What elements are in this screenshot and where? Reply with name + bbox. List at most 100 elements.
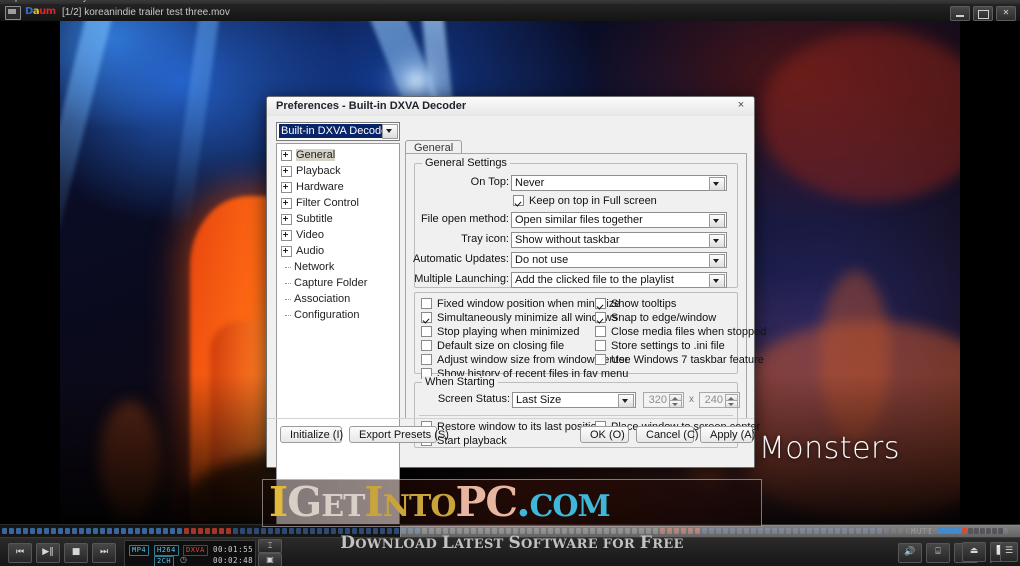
previous-button[interactable]: ⏮ (8, 543, 32, 563)
close-button[interactable]: ✕ (996, 6, 1016, 21)
option-win7-taskbar[interactable]: Use Windows 7 taskbar feature (595, 354, 764, 366)
volume-led[interactable] (998, 528, 1003, 534)
menu-item-7[interactable]: Unknown (700, 0, 738, 2)
chevron-down-icon[interactable] (709, 274, 725, 288)
checkbox-icon[interactable] (421, 340, 432, 351)
tree-item-hardware[interactable]: Hardware (277, 181, 399, 193)
eject-button[interactable]: ⏏ (962, 542, 986, 562)
minimize-button[interactable] (950, 6, 970, 21)
playlist-button[interactable]: ☰ (1000, 542, 1018, 562)
volume-led[interactable] (974, 528, 979, 534)
checkbox-icon[interactable] (421, 312, 432, 323)
chevron-down-icon[interactable] (709, 214, 725, 228)
expand-icon[interactable] (281, 181, 292, 193)
volume-led[interactable] (944, 528, 949, 534)
ok-button[interactable]: OK (O) (580, 426, 629, 443)
initialize-button[interactable]: Initialize (I) (280, 426, 343, 443)
checkbox-icon[interactable] (513, 195, 524, 206)
option-default-size-on-closing[interactable]: Default size on closing file (421, 340, 564, 352)
option-simultaneously-minimize[interactable]: Simultaneously minimize all windows (421, 312, 617, 324)
tree-item-association[interactable]: Association (277, 293, 399, 305)
chevron-down-icon[interactable] (709, 177, 725, 191)
expand-icon[interactable] (281, 245, 292, 257)
volume-led[interactable] (992, 528, 997, 534)
tray-icon-select[interactable]: Show without taskbar (511, 232, 727, 248)
tree-item-audio[interactable]: Audio (277, 245, 399, 257)
option-close-media-files[interactable]: Close media files when stopped (595, 326, 766, 338)
automatic-updates-select[interactable]: Do not use (511, 252, 727, 268)
menu-item-1[interactable]: Play (70, 0, 88, 2)
file-open-method-select[interactable]: Open similar files together (511, 212, 727, 228)
checkbox-icon[interactable] (421, 326, 432, 337)
expand-icon[interactable] (281, 149, 292, 161)
stepper-down-icon[interactable] (725, 400, 738, 408)
checkbox-icon[interactable] (595, 298, 606, 309)
tree-item-capture-folder[interactable]: Capture Folder (277, 277, 399, 289)
chevron-down-icon[interactable] (382, 124, 398, 139)
volume-button[interactable]: 🔊 (898, 543, 922, 563)
on-top-select[interactable]: Never (511, 175, 727, 191)
export-presets-button[interactable]: Export Presets (S) (349, 426, 449, 443)
media-player-window: Open Play Subtitle/Audio AV Tools View C… (0, 0, 1020, 566)
volume-led[interactable] (956, 528, 961, 534)
menu-item-5[interactable]: View (470, 0, 489, 2)
tree-item-playback[interactable]: Playback (277, 165, 399, 177)
play-pause-button[interactable]: ▶‖ (36, 543, 60, 563)
expand-icon[interactable] (281, 197, 292, 209)
checkbox-icon[interactable] (595, 354, 606, 365)
menu-item-4[interactable]: Tools (320, 0, 341, 2)
option-snap-to-edge[interactable]: Snap to edge/window (595, 312, 716, 324)
volume-led[interactable] (962, 528, 967, 534)
menu-item-0[interactable]: Open (8, 0, 30, 2)
chevron-down-icon[interactable] (709, 254, 725, 268)
menu-item-2[interactable]: Subtitle/Audio (140, 0, 196, 2)
start-width-stepper[interactable]: 320 (643, 392, 684, 408)
multiple-launching-select[interactable]: Add the clicked file to the playlist (511, 272, 727, 288)
volume-led[interactable] (980, 528, 985, 534)
volume-led[interactable] (950, 528, 955, 534)
tree-item-filter-control[interactable]: Filter Control (277, 197, 399, 209)
volume-led[interactable] (986, 528, 991, 534)
decoder-select[interactable]: Built-in DXVA Decoder (276, 122, 400, 141)
expand-icon[interactable] (281, 213, 292, 225)
volume-led[interactable] (968, 528, 973, 534)
tree-item-video[interactable]: Video (277, 229, 399, 241)
screen-status-select[interactable]: Last Size (512, 392, 636, 408)
maximize-button[interactable] (973, 6, 993, 21)
option-stop-playing-minimized[interactable]: Stop playing when minimized (421, 326, 579, 338)
menu-item-6[interactable]: Control (560, 0, 589, 2)
checkbox-icon[interactable] (595, 340, 606, 351)
menu-item-3[interactable]: AV (250, 0, 261, 2)
screen-size-button[interactable]: ▣ (258, 553, 282, 566)
apply-button[interactable]: Apply (A) (700, 426, 755, 443)
cancel-button[interactable]: Cancel (C) (636, 426, 699, 443)
seek-led (58, 528, 63, 534)
menu-item-9[interactable]: Etc (860, 0, 873, 2)
expand-icon[interactable] (281, 229, 292, 241)
checkbox-label: Show tooltips (611, 298, 677, 310)
checkbox-icon[interactable] (421, 354, 432, 365)
chevron-down-icon[interactable] (709, 234, 725, 248)
stepper-down-icon[interactable] (669, 400, 682, 408)
tree-item-subtitle[interactable]: Subtitle (277, 213, 399, 225)
tree-item-label: Network (294, 261, 335, 274)
subtitle-button[interactable]: ⌸ (926, 543, 950, 563)
keep-on-top-checkbox[interactable]: Keep on top in Full screen (513, 195, 657, 207)
stop-button[interactable]: ■ (64, 543, 88, 563)
checkbox-icon[interactable] (421, 298, 432, 309)
chevron-down-icon[interactable] (618, 394, 634, 408)
start-height-stepper[interactable]: 240 (699, 392, 740, 408)
dialog-close-icon[interactable]: × (734, 99, 748, 113)
checkbox-icon[interactable] (595, 312, 606, 323)
tree-item-configuration[interactable]: Configuration (277, 309, 399, 321)
tree-item-network[interactable]: Network (277, 261, 399, 273)
option-store-settings-ini[interactable]: Store settings to .ini file (595, 340, 725, 352)
volume-led[interactable] (938, 528, 943, 534)
option-show-tooltips[interactable]: Show tooltips (595, 298, 676, 310)
expand-icon[interactable] (281, 165, 292, 177)
checkbox-icon[interactable] (595, 326, 606, 337)
tree-item-general[interactable]: General (277, 149, 399, 162)
menu-item-8[interactable]: Screen (790, 0, 819, 2)
next-button[interactable]: ⏭ (92, 543, 116, 563)
option-fixed-window-position[interactable]: Fixed window position when minimize (421, 298, 620, 310)
